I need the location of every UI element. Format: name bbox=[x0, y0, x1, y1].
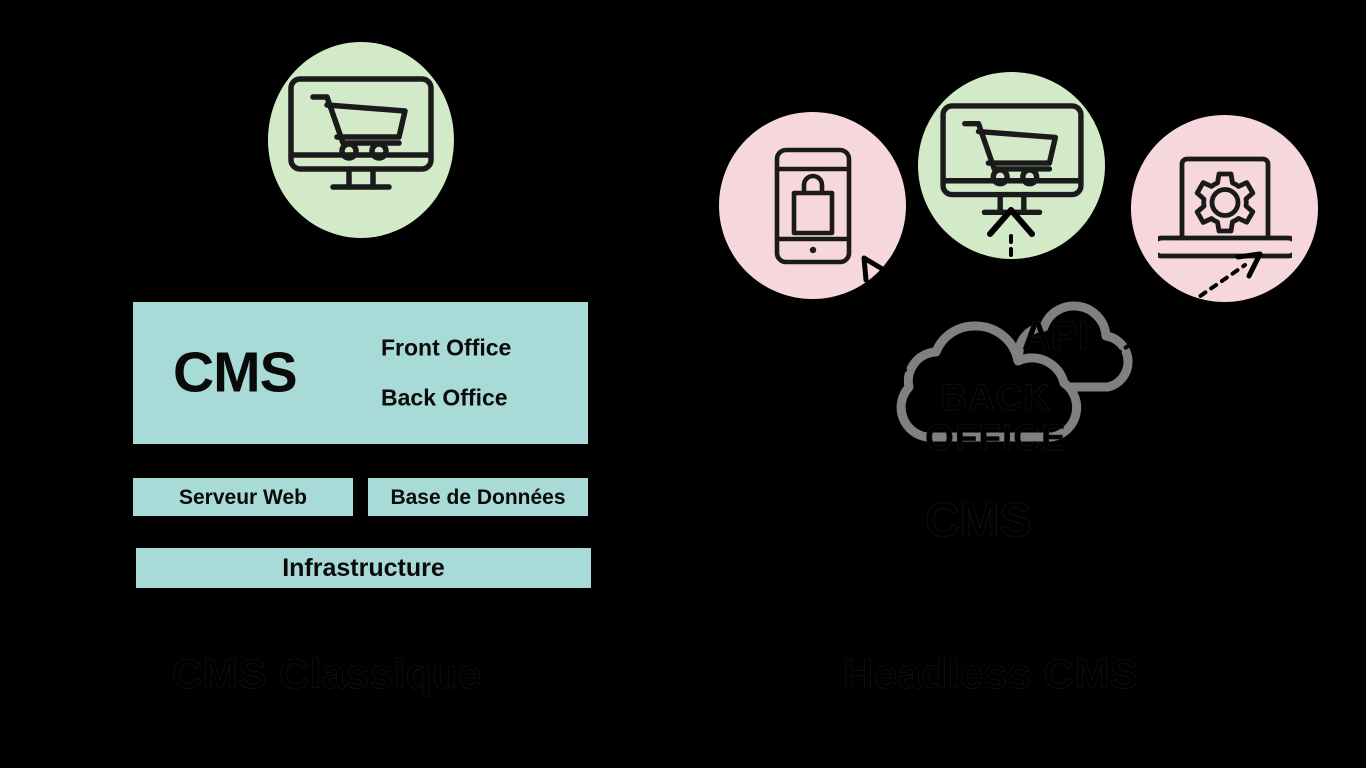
arrow-to-mobile bbox=[861, 255, 907, 372]
arrow-to-desktop bbox=[987, 207, 1035, 322]
headless-arrows bbox=[840, 190, 1280, 390]
database-label: Base de Données bbox=[390, 485, 566, 509]
classic-cms-caption: CMS Classique bbox=[172, 650, 482, 697]
web-server-label: Serveur Web bbox=[179, 485, 307, 509]
cms-stack-box: CMS Front Office Back Office bbox=[133, 302, 588, 444]
diagram-canvas: CMS Front Office Back Office Serveur Web… bbox=[0, 0, 1366, 768]
front-office-label: Front Office bbox=[381, 334, 512, 361]
arrow-to-laptop bbox=[1113, 251, 1263, 357]
infrastructure-box: Infrastructure bbox=[136, 548, 591, 588]
database-box: Base de Données bbox=[368, 478, 588, 516]
classic-cms-device-circle bbox=[268, 42, 454, 238]
headless-cms-caption: Headless CMS bbox=[843, 650, 1139, 697]
office-list: Front Office Back Office bbox=[381, 334, 512, 411]
back-office-label: Back Office bbox=[381, 384, 508, 411]
infrastructure-label: Infrastructure bbox=[282, 553, 445, 582]
monitor-cart-icon bbox=[287, 75, 435, 205]
web-server-box: Serveur Web bbox=[133, 478, 353, 516]
headless-cms-label: CMS bbox=[925, 494, 1032, 547]
cms-title: CMS bbox=[173, 340, 298, 405]
